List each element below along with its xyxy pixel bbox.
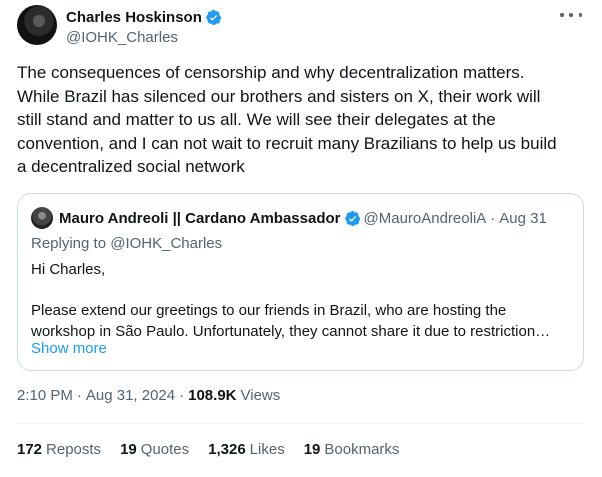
quoted-tweet[interactable]: Mauro Andreoli || Cardano Ambassador @Ma…: [17, 193, 584, 371]
verified-badge-icon: [206, 9, 222, 25]
show-more-link[interactable]: Show more: [31, 340, 107, 357]
quoted-author-handle[interactable]: @MauroAndreoliA: [364, 210, 487, 227]
more-horizontal-icon-dot: [578, 13, 582, 17]
divider: [17, 423, 584, 424]
bookmarks-count: 19: [303, 441, 321, 458]
tweet-date[interactable]: Aug 31, 2024: [86, 387, 175, 404]
quoted-body-line: Please extend our greetings to our frien…: [31, 302, 507, 319]
quoted-tweet-header: Mauro Andreoli || Cardano Ambassador @Ma…: [31, 207, 547, 229]
quoted-author-name[interactable]: Mauro Andreoli || Cardano Ambassador: [59, 210, 341, 227]
author-handle[interactable]: @IOHK_Charles: [66, 29, 222, 46]
bookmarks-label: Bookmarks: [324, 441, 400, 458]
quotes-label: Quotes: [140, 441, 190, 458]
tweet-meta: 2:10 PM · Aug 31, 2024 · 108.9K Views: [17, 387, 280, 404]
quoted-greeting: Hi Charles,: [31, 261, 106, 278]
reposts-stat[interactable]: 172 Reposts: [17, 441, 101, 458]
quoted-tweet-date[interactable]: Aug 31: [499, 210, 547, 227]
views-label: Views: [240, 387, 281, 404]
replying-to-prefix: Replying to: [31, 235, 111, 252]
more-horizontal-icon-dot: [569, 13, 573, 17]
views-count: 108.9K: [188, 387, 237, 404]
author-block: Charles Hoskinson @IOHK_Charles: [66, 7, 222, 46]
tweet-time[interactable]: 2:10 PM: [17, 387, 73, 404]
likes-stat[interactable]: 1,326 Likes: [208, 441, 285, 458]
tweet-text: The consequences of censorship and why d…: [17, 63, 557, 177]
replying-to: Replying to @IOHK_Charles: [31, 235, 222, 252]
replying-to-mention[interactable]: @IOHK_Charles: [110, 235, 222, 252]
quoted-body-line: workshop in São Paulo. Unfortunately, th…: [31, 322, 551, 340]
author-avatar[interactable]: [17, 5, 57, 45]
quotes-stat[interactable]: 19 Quotes: [120, 441, 189, 458]
likes-label: Likes: [249, 441, 285, 458]
separator-dot: ·: [490, 209, 496, 227]
quoted-tweet-body: Hi Charles, Please extend our greetings …: [31, 260, 576, 342]
quoted-author-avatar[interactable]: [31, 207, 53, 229]
separator-dot: ·: [179, 387, 185, 404]
more-horizontal-icon: [560, 13, 564, 17]
quotes-count: 19: [120, 441, 137, 458]
more-options-button[interactable]: [560, 8, 582, 22]
author-name[interactable]: Charles Hoskinson: [66, 9, 202, 26]
bookmarks-stat[interactable]: 19 Bookmarks: [304, 441, 400, 458]
reposts-count: 172: [17, 441, 43, 458]
reposts-label: Reposts: [46, 441, 102, 458]
likes-count: 1,326: [208, 441, 246, 458]
author-name-row: Charles Hoskinson: [66, 7, 222, 27]
engagement-stats: 172 Reposts 19 Quotes 1,326 Likes 19 Bookmar…: [17, 441, 418, 458]
verified-badge-icon: [344, 210, 360, 226]
separator-dot: ·: [76, 387, 82, 404]
